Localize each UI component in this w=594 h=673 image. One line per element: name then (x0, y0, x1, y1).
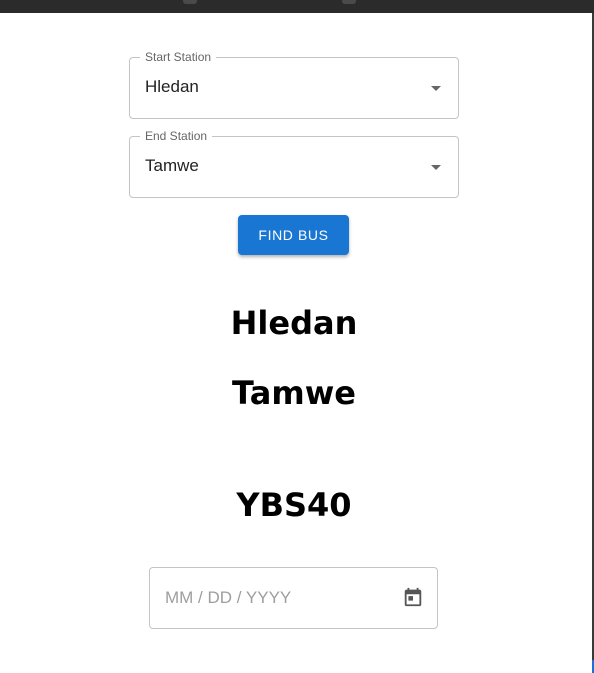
end-station-label: End Station (140, 128, 213, 144)
top-bar-mark (342, 0, 356, 4)
date-input-placeholder: MM / DD / YYYY (165, 588, 292, 607)
chevron-down-icon[interactable] (431, 165, 441, 170)
find-bus-button[interactable]: FIND BUS (238, 215, 349, 255)
start-station-label: Start Station (140, 49, 217, 65)
end-station-value: Tamwe (145, 156, 199, 175)
start-station-value: Hledan (145, 77, 199, 96)
date-input[interactable]: MM / DD / YYYY (149, 567, 438, 629)
result-end-station: Tamwe (232, 374, 356, 412)
top-bar-mark (183, 0, 197, 4)
result-bus-number: YBS40 (236, 486, 352, 524)
browser-top-bar (0, 0, 594, 13)
result-start-station: Hledan (230, 304, 358, 342)
start-station-select[interactable]: Start Station Hledan (129, 49, 459, 119)
calendar-icon[interactable] (402, 586, 424, 608)
end-station-select[interactable]: End Station Tamwe (129, 128, 459, 198)
chevron-down-icon[interactable] (431, 86, 441, 91)
